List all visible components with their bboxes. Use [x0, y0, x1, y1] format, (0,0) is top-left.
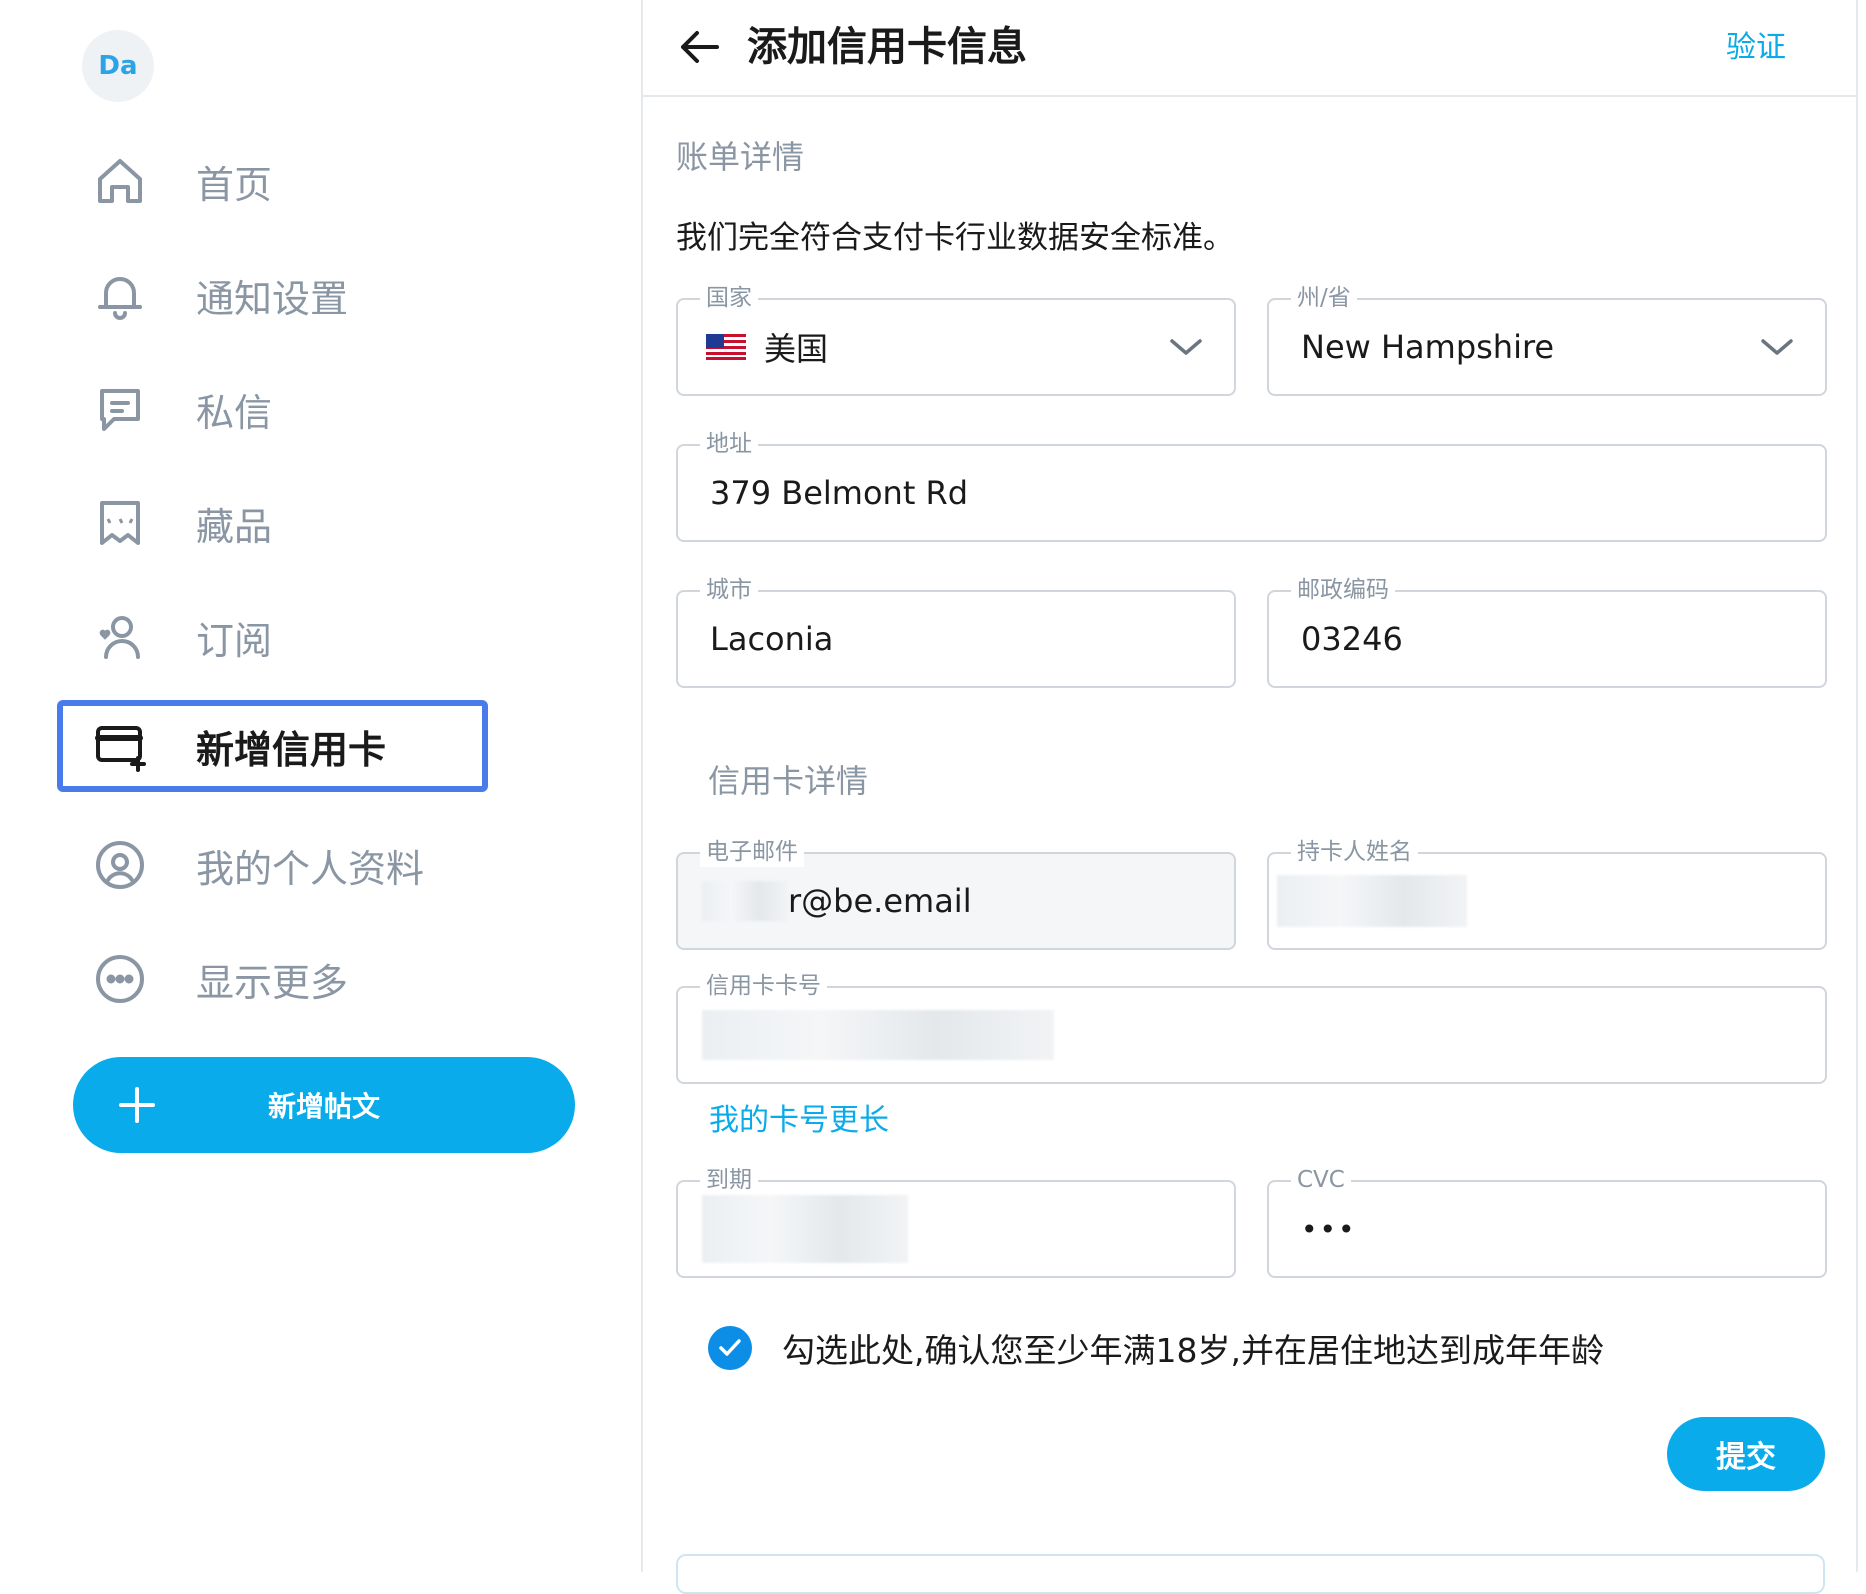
page-header: 添加信用卡信息 验证: [643, 0, 1856, 97]
redacted-block: [702, 1195, 908, 1263]
sidebar-item-label: 首页: [196, 162, 273, 207]
state-value: New Hampshire: [1301, 328, 1555, 366]
submit-button[interactable]: 提交: [1667, 1417, 1825, 1491]
profile-icon: [80, 835, 160, 895]
back-arrow-icon[interactable]: [671, 18, 729, 76]
address-value: 379 Belmont Rd: [710, 474, 969, 512]
age-confirm-text: 勾选此处,确认您至少年满18岁,并在居住地达到成年年龄: [782, 1331, 1604, 1370]
state-select[interactable]: 州/省 New Hampshire: [1267, 283, 1827, 396]
new-post-label: 新增帖文: [267, 1090, 380, 1123]
credit-card-add-icon: [80, 716, 160, 776]
info-card: [676, 1554, 1825, 1594]
collection-icon: [80, 493, 160, 553]
longer-card-number-link[interactable]: 我的卡号更长: [709, 1095, 889, 1139]
sidebar-item-home[interactable]: 首页: [80, 141, 480, 221]
us-flag-icon: [706, 334, 746, 360]
address-field[interactable]: 地址 379 Belmont Rd: [676, 429, 1827, 542]
column-divider: [641, 0, 643, 1572]
age-confirm-checkbox[interactable]: [708, 1326, 752, 1370]
country-value: 美国: [764, 330, 829, 368]
email-value: r@be.email: [788, 882, 972, 920]
expiry-field[interactable]: 到期: [676, 1165, 1236, 1278]
sidebar-item-label: 私信: [196, 390, 273, 435]
cvc-value: •••: [1301, 1212, 1357, 1246]
zip-value: 03246: [1301, 620, 1403, 658]
sidebar-item-more[interactable]: 显示更多: [80, 939, 480, 1019]
sidebar-item-label: 我的个人资料: [196, 846, 425, 891]
more-icon: [80, 949, 160, 1009]
subscription-icon: [80, 607, 160, 667]
chevron-down-icon: [1170, 339, 1202, 355]
zip-field[interactable]: 邮政编码 03246: [1267, 575, 1827, 688]
sidebar-item-subscriptions[interactable]: 订阅: [80, 597, 480, 677]
sidebar-item-notifications[interactable]: 通知设置: [80, 255, 480, 335]
new-post-button[interactable]: 新增帖文: [73, 1057, 575, 1153]
country-select[interactable]: 国家 美国: [676, 283, 1236, 396]
cvc-field[interactable]: CVC •••: [1267, 1165, 1827, 1278]
sidebar-item-add-credit-card[interactable]: 新增信用卡: [57, 700, 488, 792]
city-value: Laconia: [710, 620, 834, 658]
checkmark-icon: [719, 1339, 741, 1356]
bell-icon: [80, 265, 160, 325]
verify-button[interactable]: 验证: [1726, 22, 1786, 66]
email-field[interactable]: 电子邮件 r@be.email: [676, 837, 1236, 950]
page-title: 添加信用卡信息: [747, 24, 1027, 70]
sidebar-item-label: 新增信用卡: [196, 727, 387, 772]
column-divider: [1856, 0, 1858, 1572]
chevron-down-icon: [1761, 339, 1793, 355]
billing-section-title: 账单详情: [676, 138, 805, 176]
avatar[interactable]: Da: [82, 30, 154, 102]
sidebar-item-label: 通知设置: [196, 276, 349, 321]
age-confirm-row: 勾选此处,确认您至少年满18岁,并在居住地达到成年年龄: [708, 1324, 1604, 1372]
redacted-block: [702, 881, 788, 921]
redacted-block: [702, 1010, 1054, 1060]
home-icon: [80, 151, 160, 211]
city-field[interactable]: 城市 Laconia: [676, 575, 1236, 688]
redacted-block: [1277, 875, 1467, 927]
sidebar-item-collections[interactable]: 藏品: [80, 483, 480, 563]
sidebar-item-label: 显示更多: [196, 960, 349, 1005]
pci-description: 我们完全符合支付卡行业数据安全标准。: [676, 220, 1234, 256]
sidebar-item-label: 订阅: [196, 618, 273, 663]
card-section-title: 信用卡详情: [708, 762, 869, 800]
message-icon: [80, 379, 160, 439]
card-number-field[interactable]: 信用卡卡号: [676, 971, 1827, 1084]
sidebar-item-label: 藏品: [196, 504, 273, 549]
sidebar-item-messages[interactable]: 私信: [80, 369, 480, 449]
plus-icon: [119, 1087, 155, 1123]
sidebar-item-profile[interactable]: 我的个人资料: [80, 825, 480, 905]
cardholder-name-field[interactable]: 持卡人姓名: [1267, 837, 1827, 950]
